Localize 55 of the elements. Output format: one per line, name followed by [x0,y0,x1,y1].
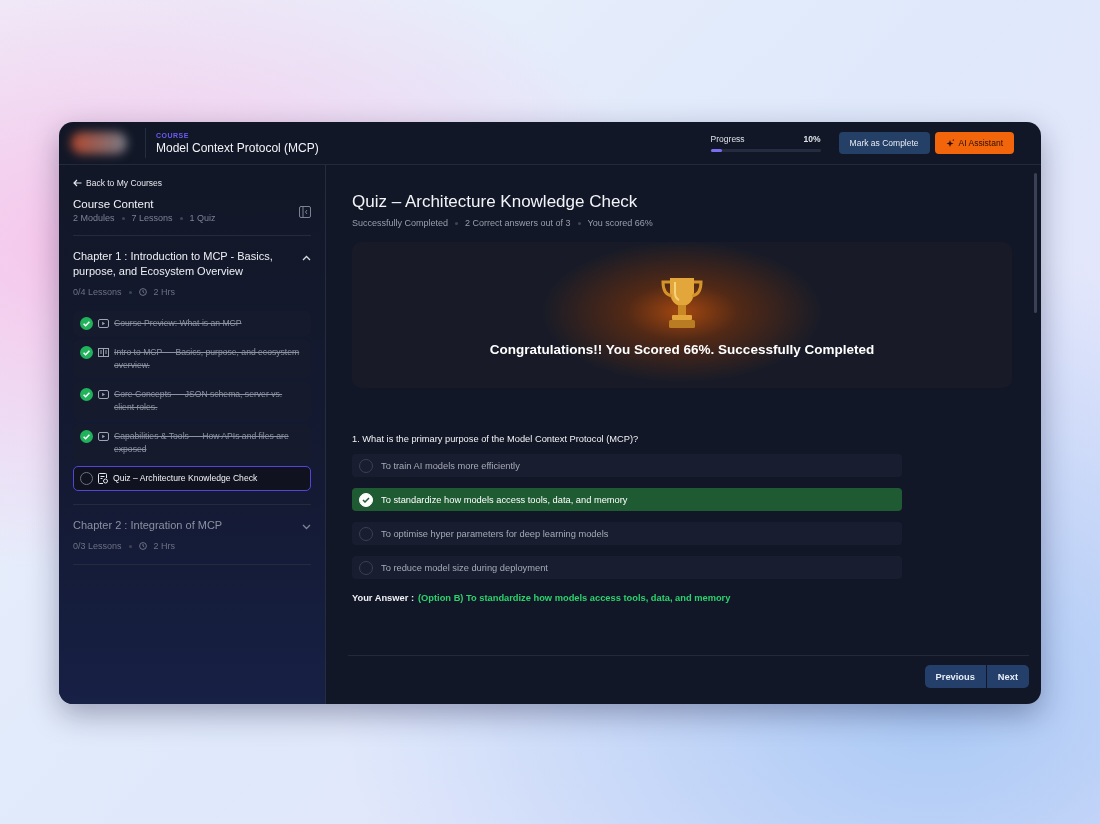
option-text: To standardize how models access tools, data, and memory [381,494,628,505]
chapter-duration: 2 Hrs [153,541,176,551]
quiz-title: Quiz – Architecture Knowledge Check [352,192,639,212]
lesson-title: Intro to MCP — Basics, purpose, and ecosystem overview. [114,346,301,372]
video-icon [98,432,109,441]
logo-placeholder [71,132,127,154]
quiz-meta: Successfully Completed [352,218,449,228]
your-answer-label: Your Answer : [352,593,414,603]
chapter-title[interactable]: Chapter 1 : Introduction to MCP - Basics, purpose, and Ecosystem Overview [73,249,294,279]
answer-option[interactable]: To reduce model size during deployment [352,556,902,579]
previous-button[interactable]: Previous [924,665,987,688]
option-text: To train AI models more efficiently [381,460,520,471]
next-button[interactable]: Next [986,665,1029,688]
question-text: 1. What is the primary purpose of the Model Context Protocol (MCP)? [352,434,640,444]
clock-icon [138,288,147,296]
progress-label: Progress [710,134,745,144]
quiz-meta: 2 Correct answers out of 3 [465,218,571,228]
lesson-title: Quiz – Architecture Knowledge Check [113,472,258,485]
answer-option[interactable]: To train AI models more efficiently [352,454,902,477]
mark-complete-button[interactable]: Mark as Complete [838,132,930,154]
course-stat: 2 Modules [73,213,115,223]
lesson-item[interactable]: Quiz – Architecture Knowledge Check [73,466,311,491]
back-link[interactable]: Back to My Courses [73,178,163,188]
collapse-sidebar-icon[interactable] [299,206,311,218]
video-icon [98,390,109,399]
sparkle-icon [945,138,955,148]
course-content-title: Course Content [73,198,155,210]
lesson-title: Core Concepts — JSON schema, server vs. client roles. [114,388,284,414]
ai-assistant-button[interactable]: AI Assistant [934,132,1014,154]
chapter-lessons: 0/3 Lessons [73,541,122,551]
lesson-title: Capabilities & Tools — How APIs and files are exposed [114,430,290,456]
quiz-icon [98,473,108,484]
chapter-lessons: 0/4 Lessons [73,287,122,297]
clock-icon [138,542,147,550]
quiz-meta: You scored 66% [587,218,653,228]
your-answer-text: (Option B) To standardize how models access tools, data, and memory [418,593,731,603]
lesson-item[interactable]: Capabilities & Tools — How APIs and files are exposed [73,424,311,462]
scrollbar[interactable] [1034,173,1037,313]
course-stat: 7 Lessons [131,213,173,223]
option-text: To reduce model size during deployment [381,562,548,573]
lesson-title: Course Preview: What is an MCP [114,317,242,330]
check-icon [362,496,370,503]
arrow-left-icon [73,179,82,187]
congratulations-text: Congratulations!! You Scored 66%. Successfully Completed [489,341,875,357]
lesson-item[interactable]: Core Concepts — JSON schema, server vs. client roles. [73,382,311,420]
course-title: Model Context Protocol (MCP) [156,140,319,155]
chapter-duration: 2 Hrs [153,287,176,297]
answer-option[interactable]: To standardize how models access tools, data, and memory [352,488,902,511]
option-text: To optimise hyper parameters for deep learning models [381,528,609,539]
book-icon [98,348,109,357]
answer-option[interactable]: To optimise hyper parameters for deep learning models [352,522,902,545]
chapter-title[interactable]: Chapter 2 : Integration of MCP [73,518,223,533]
video-icon [98,319,109,328]
course-stat: 1 Quiz [189,213,216,223]
progress-value: 10% [803,134,821,144]
